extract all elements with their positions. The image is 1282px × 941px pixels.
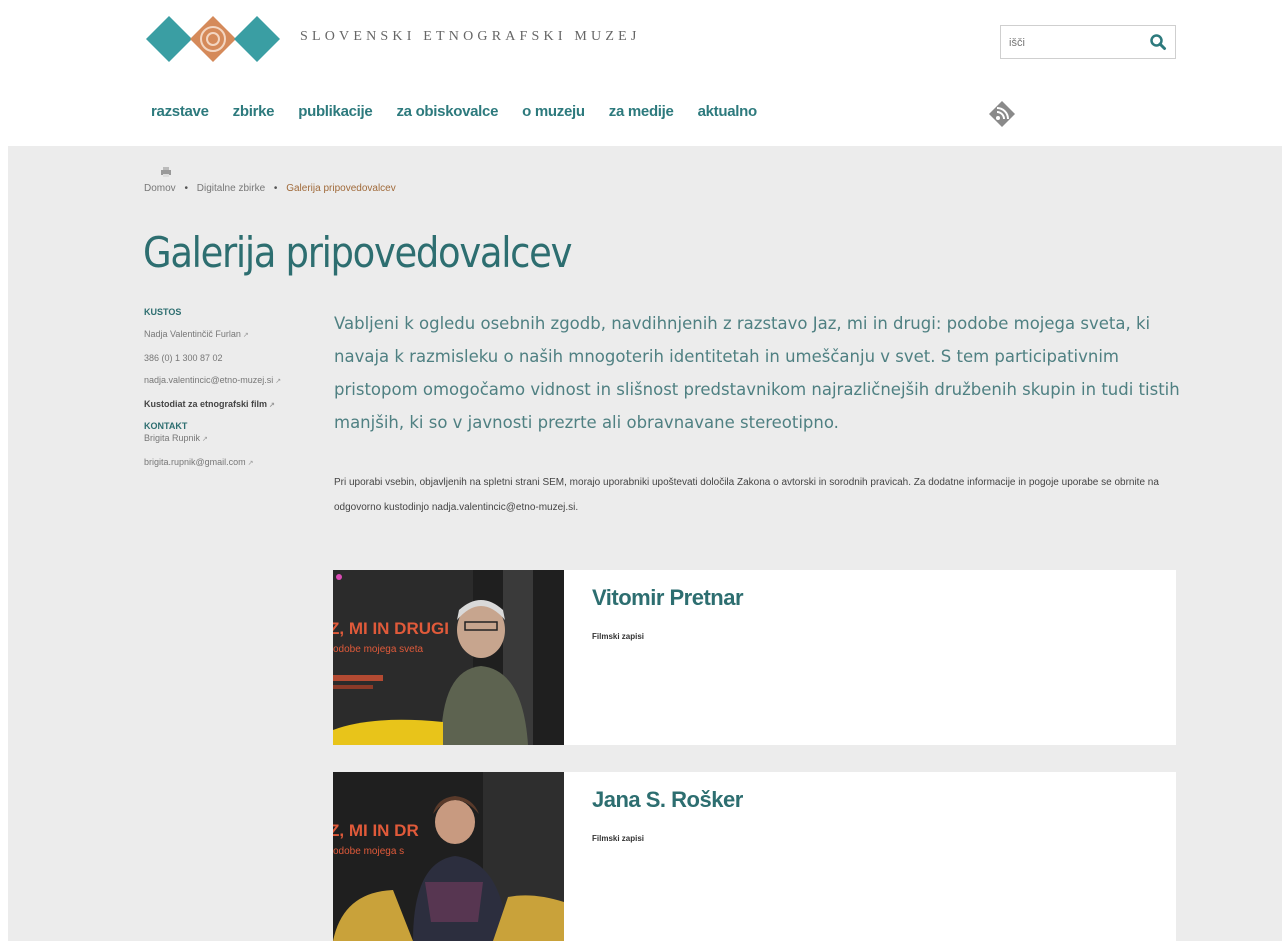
external-link-icon: ↗ (242, 332, 249, 339)
kustos-name: Nadja Valentinčič Furlan (144, 329, 241, 339)
thumb-text: odobe mojega sveta (333, 644, 424, 655)
external-link-icon: ↗ (275, 378, 282, 385)
external-link-icon: ↗ (247, 460, 254, 467)
external-link-icon: ↗ (269, 402, 275, 409)
kustos-email-link[interactable]: nadja.valentincic@etno-muzej.si ↗ (144, 374, 304, 388)
rss-icon[interactable] (988, 100, 1016, 128)
kontakt-email: brigita.rupnik@gmail.com (144, 457, 246, 467)
nav-publikacije[interactable]: publikacije (298, 103, 373, 120)
kustos-heading: KUSTOS (144, 307, 182, 317)
site-header: SLOVENSKI ETNOGRAFSKI MUZEJ razstave zbi… (0, 0, 1282, 146)
nav-zbirke[interactable]: zbirke (233, 103, 275, 120)
breadcrumb-current: Galerija pripovedovalcev (286, 183, 396, 194)
external-link-icon: ↗ (202, 436, 208, 443)
copyright-notice: Pri uporabi vsebin, objavljenih na splet… (334, 477, 1159, 513)
kontakt-name: Brigita Rupnik (144, 433, 201, 443)
kontakt-link[interactable]: Brigita Rupnik ↗ (144, 432, 304, 446)
breadcrumb-digital-collections[interactable]: Digitalne zbirke (197, 183, 265, 194)
page-title: Galerija pripovedovalcev (143, 228, 572, 277)
print-icon[interactable] (160, 166, 172, 178)
storyteller-name[interactable]: Jana S. Rošker (592, 787, 743, 813)
breadcrumb: Domov • Digitalne zbirke • Galerija prip… (144, 183, 396, 194)
search-input[interactable] (1007, 32, 1151, 54)
nav-za-obiskovalce[interactable]: za obiskovalce (396, 103, 498, 120)
kontakt-heading: KONTAKT (144, 421, 188, 431)
kustodiat-label: Kustodiat za etnografski film (144, 399, 268, 409)
breadcrumb-separator: • (184, 183, 188, 194)
kustos-email: nadja.valentincic@etno-muzej.si (144, 375, 274, 385)
nav-o-muzeju[interactable]: o muzeju (522, 103, 585, 120)
kustos-phone: 386 (0) 1 300 87 02 (144, 353, 223, 363)
sidebar: KUSTOS Nadja Valentinčič Furlan ↗ 386 (0)… (144, 306, 304, 470)
thumb-text: odobe mojega s (333, 846, 404, 857)
breadcrumb-separator: • (273, 183, 278, 194)
storyteller-card[interactable]: Z, MI IN DRUGI odobe mojega sveta Vitomi… (333, 570, 1176, 745)
nav-aktualno[interactable]: aktualno (698, 103, 758, 120)
kustodiat-link[interactable]: Kustodiat za etnografski film ↗ (144, 398, 304, 412)
breadcrumb-home[interactable]: Domov (144, 183, 176, 194)
storyteller-thumbnail[interactable]: Z, MI IN DR odobe mojega s (333, 772, 564, 941)
thumb-text: Z, MI IN DR (333, 821, 419, 840)
main-nav: razstave zbirke publikacije za obiskoval… (151, 103, 781, 120)
logo-text: SLOVENSKI ETNOGRAFSKI MUZEJ (300, 29, 641, 44)
kontakt-email-link[interactable]: brigita.rupnik@gmail.com ↗ (144, 456, 304, 470)
storyteller-thumbnail[interactable]: Z, MI IN DRUGI odobe mojega sveta (333, 570, 564, 745)
storyteller-subtitle: Filmski zapisi (592, 834, 645, 843)
nav-razstave[interactable]: razstave (151, 103, 209, 120)
storyteller-name[interactable]: Vitomir Pretnar (592, 585, 744, 611)
thumb-text: Z, MI IN DRUGI (333, 619, 449, 638)
museum-logo[interactable] (144, 14, 282, 64)
search-icon[interactable] (1149, 33, 1167, 51)
intro-text: Vabljeni k ogledu osebnih zgodb, navdihn… (334, 314, 1180, 432)
storyteller-subtitle: Filmski zapisi (592, 632, 645, 641)
storyteller-card[interactable]: Z, MI IN DR odobe mojega s Jana S. Roške… (333, 772, 1176, 941)
nav-za-medije[interactable]: za medije (609, 103, 674, 120)
kustos-link[interactable]: Nadja Valentinčič Furlan ↗ (144, 328, 304, 342)
search-box (1000, 25, 1176, 59)
